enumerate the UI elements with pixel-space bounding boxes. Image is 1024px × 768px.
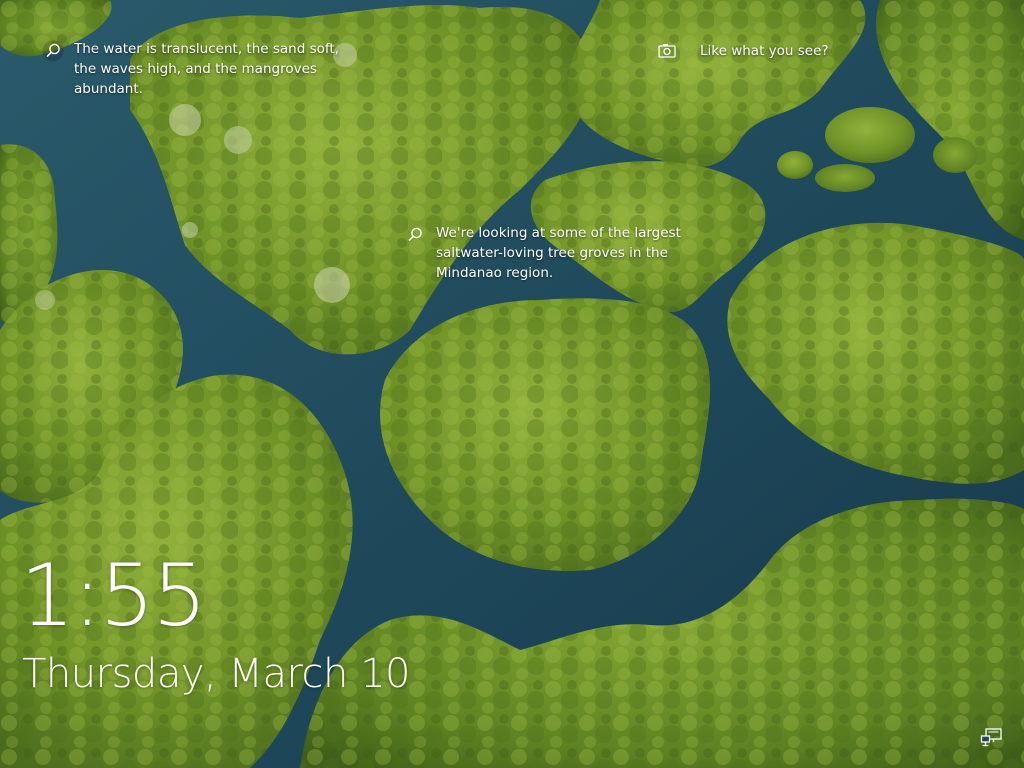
like-what-you-see-label: Like what you see? — [700, 43, 829, 59]
spotlight-fact-text: The water is translucent, the sand soft,… — [74, 41, 339, 97]
lock-screen-date: Thursday, March 10 — [22, 651, 410, 697]
spotlight-fact-text: We're looking at some of the largest sal… — [436, 225, 681, 281]
network-icon[interactable] — [980, 726, 1004, 748]
lock-screen-time: 1:55 — [20, 546, 207, 646]
search-icon — [42, 40, 64, 62]
search-icon — [408, 227, 422, 241]
spotlight-hotspot-center[interactable]: We're looking at some of the largest sal… — [404, 224, 704, 283]
lock-screen[interactable]: The water is translucent, the sand soft,… — [0, 0, 1024, 768]
like-what-you-see-button[interactable]: Like what you see? — [656, 40, 856, 62]
spotlight-hotspot-top-left[interactable]: The water is translucent, the sand soft,… — [42, 40, 342, 99]
camera-icon — [658, 44, 676, 58]
